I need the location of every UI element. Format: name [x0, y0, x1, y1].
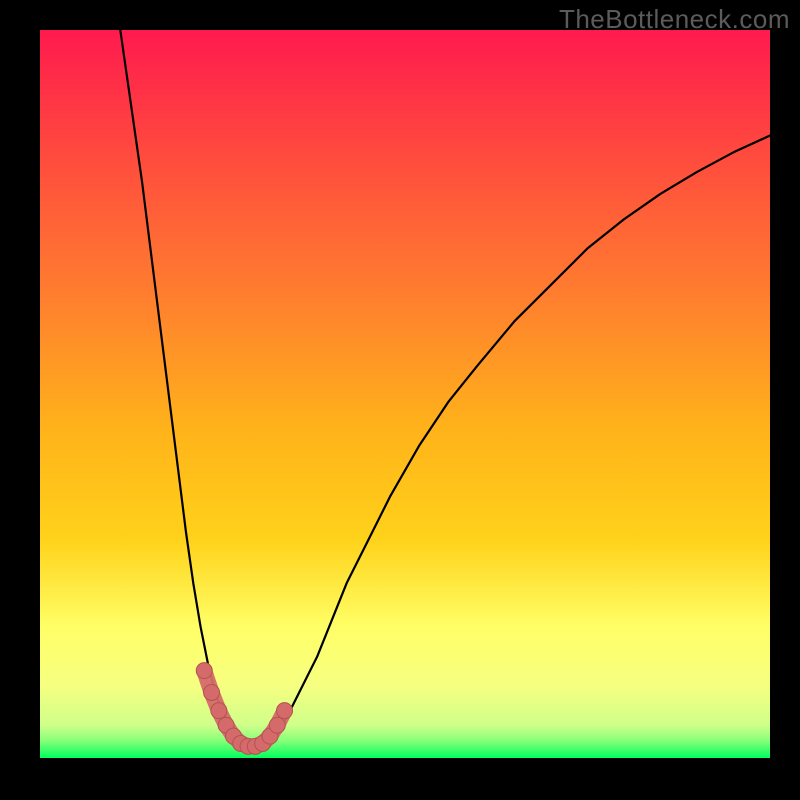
trough-marker: [204, 684, 220, 700]
plot-area: [40, 30, 770, 758]
trough-marker: [269, 717, 285, 733]
trough-marker: [196, 663, 212, 679]
chart-outer-frame: TheBottleneck.com: [0, 0, 800, 800]
plot-frame: [40, 30, 770, 758]
trough-marker: [277, 703, 293, 719]
gradient-background: [40, 30, 770, 758]
watermark-text: TheBottleneck.com: [559, 4, 790, 35]
chart-svg: [40, 30, 770, 758]
trough-marker: [211, 703, 227, 719]
